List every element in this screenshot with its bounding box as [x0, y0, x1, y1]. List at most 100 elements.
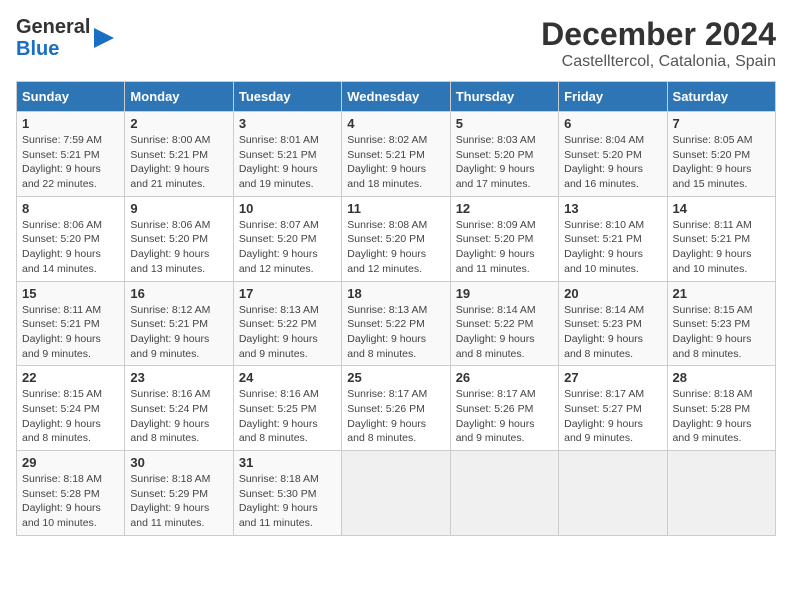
page-title: December 2024: [541, 16, 776, 53]
weekday-header-wednesday: Wednesday: [342, 82, 450, 112]
day-number: 8: [22, 201, 119, 216]
calendar-cell: [559, 451, 667, 536]
day-number: 17: [239, 286, 336, 301]
cell-details: Sunrise: 8:04 AM Sunset: 5:20 PM Dayligh…: [564, 133, 661, 192]
calendar-cell: 19 Sunrise: 8:14 AM Sunset: 5:22 PM Dayli…: [450, 281, 558, 366]
calendar-cell: 15 Sunrise: 8:11 AM Sunset: 5:21 PM Dayli…: [17, 281, 125, 366]
calendar-cell: 29 Sunrise: 8:18 AM Sunset: 5:28 PM Dayli…: [17, 451, 125, 536]
calendar-cell: 30Sunrise: 8:18 AM Sunset: 5:29 PM Dayli…: [125, 451, 233, 536]
calendar-cell: 3 Sunrise: 8:01 AM Sunset: 5:21 PM Daylig…: [233, 112, 341, 197]
calendar-cell: 14 Sunrise: 8:11 AM Sunset: 5:21 PM Dayli…: [667, 196, 775, 281]
cell-details: Sunrise: 7:59 AM Sunset: 5:21 PM Dayligh…: [22, 133, 119, 192]
calendar-cell: 22 Sunrise: 8:15 AM Sunset: 5:24 PM Dayli…: [17, 366, 125, 451]
calendar-cell: 17 Sunrise: 8:13 AM Sunset: 5:22 PM Dayli…: [233, 281, 341, 366]
calendar-cell: 25 Sunrise: 8:17 AM Sunset: 5:26 PM Dayli…: [342, 366, 450, 451]
calendar-cell: 7 Sunrise: 8:05 AM Sunset: 5:20 PM Daylig…: [667, 112, 775, 197]
day-number: 4: [347, 116, 444, 131]
day-number: 1: [22, 116, 119, 131]
calendar-week-4: 22 Sunrise: 8:15 AM Sunset: 5:24 PM Dayli…: [17, 366, 776, 451]
calendar-week-5: 29 Sunrise: 8:18 AM Sunset: 5:28 PM Dayli…: [17, 451, 776, 536]
cell-details: Sunrise: 8:15 AM Sunset: 5:23 PM Dayligh…: [673, 303, 770, 362]
page-subtitle: Castelltercol, Catalonia, Spain: [541, 53, 776, 71]
calendar-week-3: 15 Sunrise: 8:11 AM Sunset: 5:21 PM Dayli…: [17, 281, 776, 366]
calendar-body: 1 Sunrise: 7:59 AM Sunset: 5:21 PM Daylig…: [17, 112, 776, 536]
cell-details: Sunrise: 8:16 AM Sunset: 5:24 PM Dayligh…: [130, 387, 227, 446]
day-number: 12: [456, 201, 553, 216]
cell-details: Sunrise: 8:13 AM Sunset: 5:22 PM Dayligh…: [239, 303, 336, 362]
calendar-cell: 18Sunrise: 8:13 AM Sunset: 5:22 PM Dayli…: [342, 281, 450, 366]
weekday-header-thursday: Thursday: [450, 82, 558, 112]
day-number: 15: [22, 286, 119, 301]
cell-details: Sunrise: 8:11 AM Sunset: 5:21 PM Dayligh…: [673, 218, 770, 277]
calendar-cell: 20Sunrise: 8:14 AM Sunset: 5:23 PM Dayli…: [559, 281, 667, 366]
cell-details: Sunrise: 8:18 AM Sunset: 5:28 PM Dayligh…: [22, 472, 119, 531]
cell-details: Sunrise: 8:06 AM Sunset: 5:20 PM Dayligh…: [130, 218, 227, 277]
cell-details: Sunrise: 8:01 AM Sunset: 5:21 PM Dayligh…: [239, 133, 336, 192]
calendar-cell: 2Sunrise: 8:00 AM Sunset: 5:21 PM Daylig…: [125, 112, 233, 197]
day-number: 11: [347, 201, 444, 216]
calendar-cell: 21Sunrise: 8:15 AM Sunset: 5:23 PM Dayli…: [667, 281, 775, 366]
day-number: 18: [347, 286, 444, 301]
calendar-header-row: SundayMondayTuesdayWednesdayThursdayFrid…: [17, 82, 776, 112]
logo: General Blue: [16, 16, 114, 60]
cell-details: Sunrise: 8:07 AM Sunset: 5:20 PM Dayligh…: [239, 218, 336, 277]
weekday-header-friday: Friday: [559, 82, 667, 112]
calendar-cell: [342, 451, 450, 536]
cell-details: Sunrise: 8:12 AM Sunset: 5:21 PM Dayligh…: [130, 303, 227, 362]
title-block: December 2024 Castelltercol, Catalonia, …: [541, 16, 776, 71]
cell-details: Sunrise: 8:08 AM Sunset: 5:20 PM Dayligh…: [347, 218, 444, 277]
weekday-header-tuesday: Tuesday: [233, 82, 341, 112]
calendar-cell: 11 Sunrise: 8:08 AM Sunset: 5:20 PM Dayli…: [342, 196, 450, 281]
cell-details: Sunrise: 8:18 AM Sunset: 5:29 PM Dayligh…: [130, 472, 227, 531]
day-number: 13: [564, 201, 661, 216]
calendar-cell: [450, 451, 558, 536]
page-header: General Blue December 2024 Castelltercol…: [16, 16, 776, 71]
calendar-cell: 5Sunrise: 8:03 AM Sunset: 5:20 PM Daylig…: [450, 112, 558, 197]
cell-details: Sunrise: 8:11 AM Sunset: 5:21 PM Dayligh…: [22, 303, 119, 362]
calendar-table: SundayMondayTuesdayWednesdayThursdayFrid…: [16, 81, 776, 536]
calendar-cell: [667, 451, 775, 536]
day-number: 6: [564, 116, 661, 131]
day-number: 31: [239, 455, 336, 470]
cell-details: Sunrise: 8:00 AM Sunset: 5:21 PM Dayligh…: [130, 133, 227, 192]
cell-details: Sunrise: 8:10 AM Sunset: 5:21 PM Dayligh…: [564, 218, 661, 277]
day-number: 3: [239, 116, 336, 131]
day-number: 7: [673, 116, 770, 131]
calendar-week-2: 8 Sunrise: 8:06 AM Sunset: 5:20 PM Daylig…: [17, 196, 776, 281]
day-number: 23: [130, 370, 227, 385]
day-number: 16: [130, 286, 227, 301]
calendar-cell: 28Sunrise: 8:18 AM Sunset: 5:28 PM Dayli…: [667, 366, 775, 451]
cell-details: Sunrise: 8:18 AM Sunset: 5:28 PM Dayligh…: [673, 387, 770, 446]
day-number: 22: [22, 370, 119, 385]
calendar-cell: 8 Sunrise: 8:06 AM Sunset: 5:20 PM Daylig…: [17, 196, 125, 281]
cell-details: Sunrise: 8:02 AM Sunset: 5:21 PM Dayligh…: [347, 133, 444, 192]
cell-details: Sunrise: 8:16 AM Sunset: 5:25 PM Dayligh…: [239, 387, 336, 446]
cell-details: Sunrise: 8:15 AM Sunset: 5:24 PM Dayligh…: [22, 387, 119, 446]
cell-details: Sunrise: 8:06 AM Sunset: 5:20 PM Dayligh…: [22, 218, 119, 277]
logo-text-blue: Blue: [16, 38, 59, 60]
cell-details: Sunrise: 8:03 AM Sunset: 5:20 PM Dayligh…: [456, 133, 553, 192]
calendar-cell: 12 Sunrise: 8:09 AM Sunset: 5:20 PM Dayli…: [450, 196, 558, 281]
cell-details: Sunrise: 8:17 AM Sunset: 5:27 PM Dayligh…: [564, 387, 661, 446]
day-number: 25: [347, 370, 444, 385]
weekday-header-saturday: Saturday: [667, 82, 775, 112]
cell-details: Sunrise: 8:14 AM Sunset: 5:22 PM Dayligh…: [456, 303, 553, 362]
day-number: 14: [673, 201, 770, 216]
calendar-cell: 6 Sunrise: 8:04 AM Sunset: 5:20 PM Daylig…: [559, 112, 667, 197]
calendar-cell: 31Sunrise: 8:18 AM Sunset: 5:30 PM Dayli…: [233, 451, 341, 536]
cell-details: Sunrise: 8:09 AM Sunset: 5:20 PM Dayligh…: [456, 218, 553, 277]
calendar-cell: 24 Sunrise: 8:16 AM Sunset: 5:25 PM Dayli…: [233, 366, 341, 451]
calendar-cell: 16 Sunrise: 8:12 AM Sunset: 5:21 PM Dayli…: [125, 281, 233, 366]
day-number: 26: [456, 370, 553, 385]
calendar-cell: 9 Sunrise: 8:06 AM Sunset: 5:20 PM Daylig…: [125, 196, 233, 281]
day-number: 24: [239, 370, 336, 385]
day-number: 29: [22, 455, 119, 470]
day-number: 9: [130, 201, 227, 216]
cell-details: Sunrise: 8:17 AM Sunset: 5:26 PM Dayligh…: [347, 387, 444, 446]
weekday-header-sunday: Sunday: [17, 82, 125, 112]
calendar-cell: 26Sunrise: 8:17 AM Sunset: 5:26 PM Dayli…: [450, 366, 558, 451]
cell-details: Sunrise: 8:14 AM Sunset: 5:23 PM Dayligh…: [564, 303, 661, 362]
weekday-header-monday: Monday: [125, 82, 233, 112]
cell-details: Sunrise: 8:05 AM Sunset: 5:20 PM Dayligh…: [673, 133, 770, 192]
day-number: 19: [456, 286, 553, 301]
